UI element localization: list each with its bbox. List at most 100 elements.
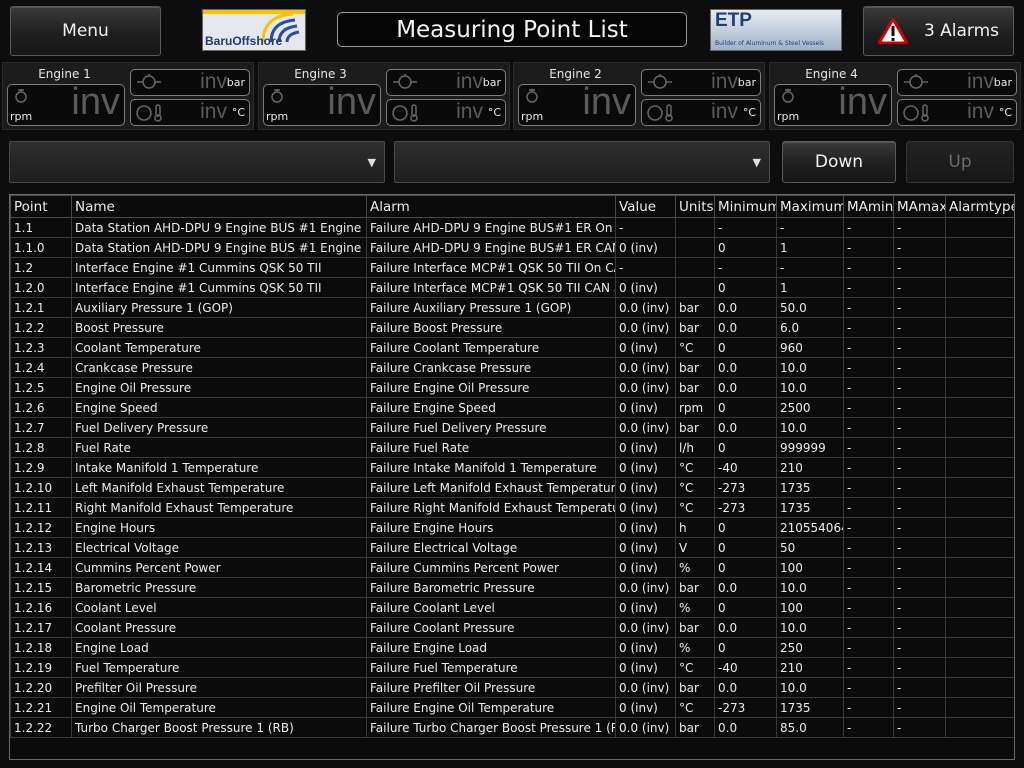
column-header-maximum[interactable]: Maximum	[776, 195, 844, 218]
cell-minimum: 0	[714, 557, 777, 578]
table-row[interactable]: 1.2.19 Fuel Temperature Failure Fuel Tempe…	[10, 657, 1014, 678]
table-row[interactable]: 1.2.2 Boost Pressure Failure Boost Pressur…	[10, 317, 1014, 338]
column-header-minimum[interactable]: Minimum	[714, 195, 777, 218]
cell-minimum: 0	[714, 537, 777, 558]
cell-point: 1.2	[10, 257, 72, 278]
table-row[interactable]: 1.2.16 Coolant Level Failure Coolant Level…	[10, 597, 1014, 618]
cell-mamax: -	[893, 377, 946, 398]
logo-baru-part1: Baru	[205, 34, 233, 48]
cell-maximum: 1735	[776, 497, 844, 518]
measuring-point-table-container[interactable]: Point Name Alarm Value Units Minimum Maximum MA…	[9, 194, 1015, 760]
table-row[interactable]: 1.2.0 Interface Engine #1 Cummins QSK 50 …	[10, 277, 1014, 298]
cell-point: 1.2.11	[10, 497, 72, 518]
menu-button[interactable]: Menu	[10, 6, 161, 56]
table-row[interactable]: 1.2.3 Coolant Temperature Failure Coolant …	[10, 337, 1014, 358]
cell-point: 1.2.16	[10, 597, 72, 618]
table-row[interactable]: 1.2.17 Coolant Pressure Failure Coolant Pr…	[10, 617, 1014, 638]
table-row[interactable]: 1.2.6 Engine Speed Failure Engine Speed 0 (…	[10, 397, 1014, 418]
cell-alarmtype	[945, 297, 1014, 318]
up-button[interactable]: Up	[906, 141, 1014, 183]
cell-minimum: 0	[714, 237, 777, 258]
cell-value: 0 (inv)	[615, 497, 676, 518]
cell-mamin: -	[843, 317, 894, 338]
down-button[interactable]: Down	[782, 141, 896, 183]
cell-alarmtype	[945, 277, 1014, 298]
engine-name: Engine 2	[549, 67, 602, 81]
cell-maximum: 2500	[776, 397, 844, 418]
temperature-unit: °C	[231, 106, 245, 119]
column-header-point[interactable]: Point	[10, 195, 72, 218]
table-row[interactable]: 1.2 Interface Engine #1 Cummins QSK 50 TI…	[10, 257, 1014, 278]
table-row[interactable]: 1.2.7 Fuel Delivery Pressure Failure Fuel …	[10, 417, 1014, 438]
cell-name: Engine Oil Temperature	[71, 697, 367, 718]
table-row[interactable]: 1.2.12 Engine Hours Failure Engine Hours 0 …	[10, 517, 1014, 538]
table-row[interactable]: 1.2.4 Crankcase Pressure Failure Crankcase…	[10, 357, 1014, 378]
table-row[interactable]: 1.2.8 Fuel Rate Failure Fuel Rate 0 (inv) l/…	[10, 437, 1014, 458]
cell-name: Prefilter Oil Pressure	[71, 677, 367, 698]
cell-mamin: -	[843, 457, 894, 478]
table-row[interactable]: 1.1 Data Station AHD-DPU 9 Engine BUS #1 …	[10, 217, 1014, 238]
cell-mamax: -	[893, 237, 946, 258]
column-header-name[interactable]: Name	[71, 195, 367, 218]
rpm-value: inv	[838, 81, 887, 123]
temperature-icon	[647, 103, 677, 127]
oil-pressure-icon	[136, 73, 162, 95]
cell-mamin: -	[843, 557, 894, 578]
table-row[interactable]: 1.2.18 Engine Load Failure Engine Load 0 (i…	[10, 637, 1014, 658]
rpm-gauge: inv rpm	[7, 81, 125, 126]
table-row[interactable]: 1.2.11 Right Manifold Exhaust Temperature…	[10, 497, 1014, 518]
temperature-icon	[392, 103, 422, 127]
engine-icon	[13, 88, 29, 108]
cell-alarm: Failure Right Manifold Exhaust Temperatu…	[366, 497, 616, 518]
table-row[interactable]: 1.2.14 Cummins Percent Power Failure Cummi…	[10, 557, 1014, 578]
column-header-alarm[interactable]: Alarm	[366, 195, 616, 218]
cell-mamax: -	[893, 357, 946, 378]
cell-mamin: -	[843, 337, 894, 358]
column-header-value[interactable]: Value	[615, 195, 676, 218]
column-header-mamin[interactable]: MAmin	[843, 195, 894, 218]
temperature-unit: °C	[742, 106, 756, 119]
cell-name: Engine Hours	[71, 517, 367, 538]
oil-pressure-unit: bar	[482, 76, 501, 89]
cell-units: °C	[675, 337, 715, 358]
temperature-value: inv	[711, 100, 738, 123]
cell-point: 1.2.9	[10, 457, 72, 478]
cell-units	[675, 217, 715, 238]
cell-point: 1.2.22	[10, 717, 72, 738]
cell-point: 1.1	[10, 217, 72, 238]
cell-name: Interface Engine #1 Cummins QSK 50 TII	[71, 257, 367, 278]
cell-name: Fuel Temperature	[71, 657, 367, 678]
cell-units: %	[675, 557, 715, 578]
table-row[interactable]: 1.1.0 Data Station AHD-DPU 9 Engine BUS #…	[10, 237, 1014, 258]
table-row[interactable]: 1.2.13 Electrical Voltage Failure Electric…	[10, 537, 1014, 558]
cell-alarm: Failure AHD-DPU 9 Engine BUS#1 ER On CAN	[366, 217, 616, 238]
table-row[interactable]: 1.2.21 Engine Oil Temperature Failure Engi…	[10, 697, 1014, 718]
cell-alarmtype	[945, 337, 1014, 358]
alarms-button[interactable]: 3 Alarms	[863, 6, 1014, 56]
table-row[interactable]: 1.2.1 Auxiliary Pressure 1 (GOP) Failure A…	[10, 297, 1014, 318]
table-row[interactable]: 1.2.22 Turbo Charger Boost Pressure 1 (RB…	[10, 717, 1014, 738]
cell-value: 0.0 (inv)	[615, 297, 676, 318]
oil-pressure-unit: bar	[737, 76, 756, 89]
column-header-mamax[interactable]: MAmax	[893, 195, 946, 218]
logo-baru-part2: Offshore	[232, 34, 283, 48]
cell-mamin: -	[843, 577, 894, 598]
table-row[interactable]: 1.2.10 Left Manifold Exhaust Temperature F…	[10, 477, 1014, 498]
table-row[interactable]: 1.2.9 Intake Manifold 1 Temperature Failur…	[10, 457, 1014, 478]
column-header-units[interactable]: Units	[675, 195, 715, 218]
engine-name: Engine 3	[294, 67, 347, 81]
table-row[interactable]: 1.2.15 Barometric Pressure Failure Baromet…	[10, 577, 1014, 598]
engine-panel: Engine 3 inv rpm inv bar inv °C	[258, 62, 510, 130]
cell-alarmtype	[945, 377, 1014, 398]
table-row[interactable]: 1.2.20 Prefilter Oil Pressure Failure Pref…	[10, 677, 1014, 698]
cell-alarm: Failure Turbo Charger Boost Pressure 1 (…	[366, 717, 616, 738]
filter-dropdown-1[interactable]: ▼	[9, 141, 385, 183]
cell-point: 1.2.14	[10, 557, 72, 578]
cell-point: 1.2.10	[10, 477, 72, 498]
table-row[interactable]: 1.2.5 Engine Oil Pressure Failure Engine O…	[10, 377, 1014, 398]
column-header-alarmtype[interactable]: Alarmtype	[945, 195, 1014, 218]
menu-button-label: Menu	[62, 21, 109, 41]
engine-name: Engine 4	[805, 67, 858, 81]
rpm-gauge: inv rpm	[263, 81, 381, 126]
filter-dropdown-2[interactable]: ▼	[394, 141, 770, 183]
